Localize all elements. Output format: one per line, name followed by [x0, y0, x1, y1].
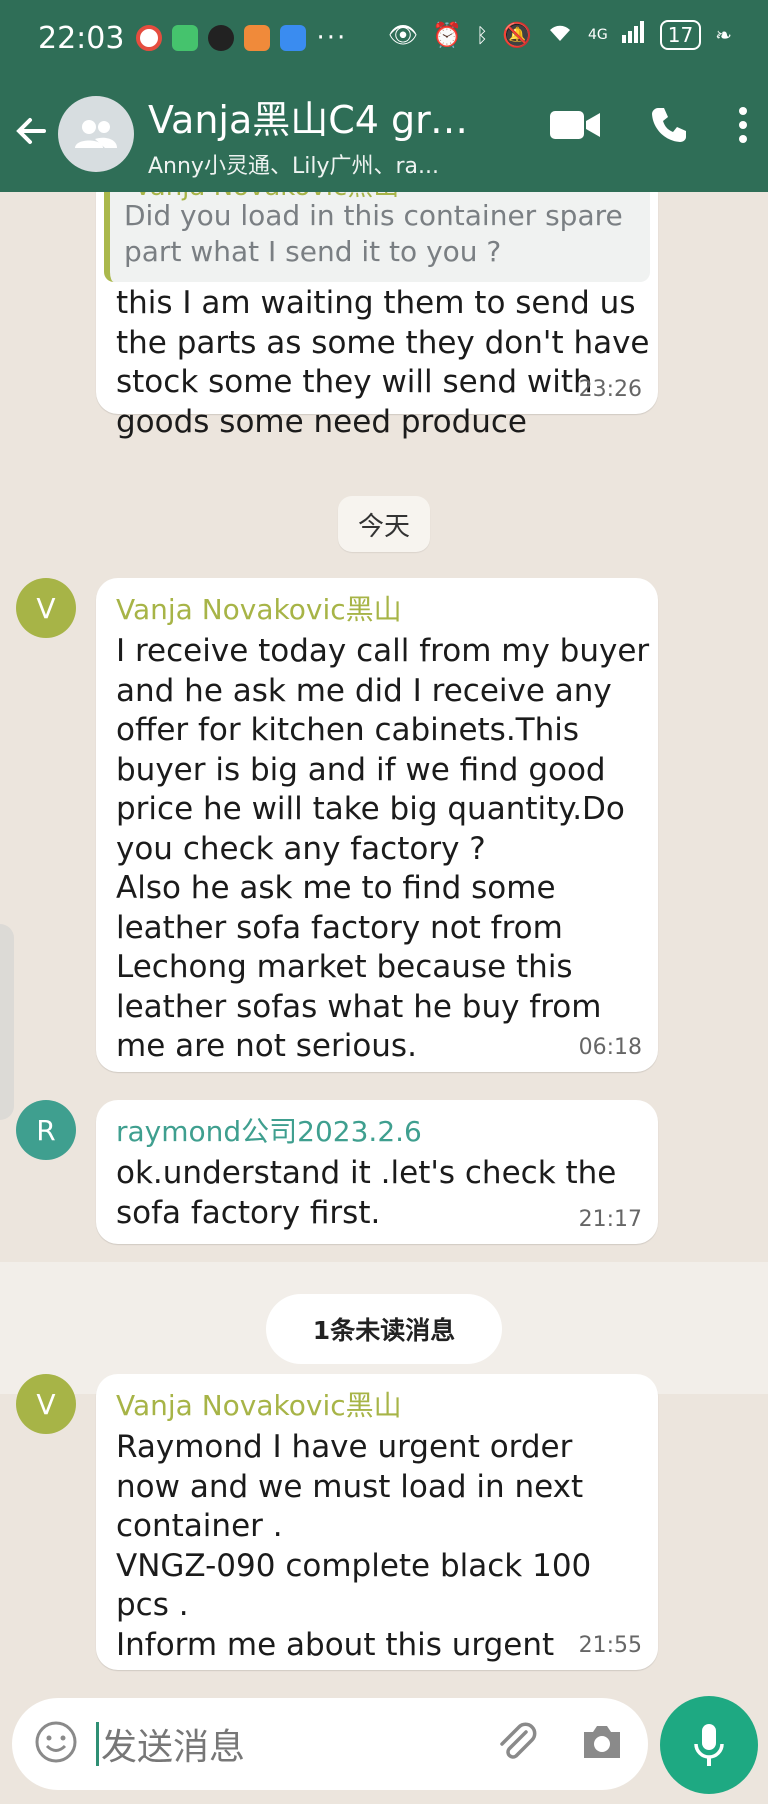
video-call-icon[interactable] [550, 109, 600, 145]
sender-name[interactable]: Vanja Novakovic黑山 [116, 1384, 591, 1424]
message-bubble[interactable]: Vanja Novakovic黑山 Did you load in this c… [96, 192, 658, 440]
app-notification-icon [136, 25, 163, 51]
sender-name[interactable]: Vanja Novakovic黑山 [116, 588, 649, 628]
alarm-icon: ⏰ [432, 21, 463, 49]
heart-app-icon [244, 25, 271, 51]
top-bar: 22:03 ··· 👁 ⏰ ᛒ 🔕 4G 17 ❧ Vanja黑山C4 gro.… [0, 0, 768, 192]
header-actions [550, 106, 748, 148]
quoted-text: Did you load in this container spare par… [124, 199, 623, 268]
voice-call-icon[interactable] [650, 106, 688, 148]
message-composer: 发送消息 [12, 1698, 648, 1790]
side-drawer-handle[interactable] [0, 924, 14, 1120]
more-options-icon[interactable] [738, 107, 748, 147]
quoted-sender: Vanja Novakovic黑山 [134, 192, 399, 203]
message-text: I receive today call from my buyer and h… [116, 633, 650, 1064]
unread-messages-label: 1条未读消息 [266, 1294, 502, 1364]
sender-avatar[interactable]: V [16, 1374, 76, 1434]
status-bar: 22:03 ··· 👁 ⏰ ᛒ 🔕 4G 17 ❧ [0, 0, 768, 76]
group-avatar[interactable] [58, 96, 134, 172]
emoji-icon[interactable] [34, 1720, 78, 1768]
message-time: 23:26 [578, 377, 642, 402]
sender-name[interactable]: raymond公司2023.2.6 [116, 1110, 616, 1150]
back-arrow-icon[interactable] [0, 114, 58, 155]
message-text: Raymond I have urgent order now and we m… [116, 1429, 592, 1663]
hourglass-app-icon [172, 25, 199, 51]
message-time: 21:17 [578, 1207, 642, 1232]
attach-icon[interactable] [494, 1720, 540, 1770]
microphone-button[interactable] [660, 1696, 758, 1794]
more-notifications-icon: ··· [316, 23, 348, 53]
message-app-icon [280, 25, 307, 51]
charging-leaf-icon: ❧ [715, 23, 732, 47]
camera-icon[interactable] [580, 1722, 624, 1766]
message-bubble[interactable]: Vanja Novakovic黑山 Raymond I have urgent … [96, 1374, 658, 1670]
message-input[interactable]: 发送消息 [101, 1718, 245, 1770]
quoted-message[interactable]: Vanja Novakovic黑山 Did you load in this c… [104, 192, 650, 282]
chat-title-block[interactable]: Vanja黑山C4 gro... Anny小灵通、Lily广州、ra... [148, 89, 488, 180]
eye-icon: 👁 [387, 21, 419, 49]
penguin-app-icon [208, 25, 235, 51]
message-time: 06:18 [578, 1035, 642, 1060]
sender-avatar[interactable]: R [16, 1100, 76, 1160]
notification-icons [136, 25, 307, 51]
chat-participants: Anny小灵通、Lily广州、ra... [148, 153, 439, 179]
date-separator: 今天 [338, 496, 430, 552]
chat-header: Vanja黑山C4 gro... Anny小灵通、Lily广州、ra... [0, 76, 768, 192]
text-cursor [96, 1722, 99, 1766]
message-text: ok.understand it .let's check the sofa f… [116, 1155, 617, 1231]
sender-avatar[interactable]: V [16, 578, 76, 638]
network-label: 4G [588, 27, 608, 43]
message-text: this I am waiting them to send us the pa… [116, 285, 650, 440]
mute-icon: 🔕 [502, 21, 533, 49]
wifi-icon [546, 21, 574, 49]
system-status: 👁 ⏰ ᛒ 🔕 4G 17 ❧ [388, 20, 732, 50]
message-time: 21:55 [578, 1633, 642, 1658]
signal-icon [621, 21, 646, 49]
chat-area[interactable]: Vanja Novakovic黑山 Did you load in this c… [0, 192, 768, 1692]
group-icon [75, 120, 117, 148]
microphone-icon [694, 1724, 724, 1766]
message-bubble[interactable]: Vanja Novakovic黑山 I receive today call f… [96, 578, 658, 1072]
chat-title: Vanja黑山C4 gro... [148, 97, 488, 142]
message-bubble[interactable]: raymond公司2023.2.6 ok.understand it .let'… [96, 1100, 658, 1244]
status-time: 22:03 [38, 20, 125, 56]
bluetooth-icon: ᛒ [476, 23, 489, 47]
battery-indicator: 17 [659, 20, 702, 50]
